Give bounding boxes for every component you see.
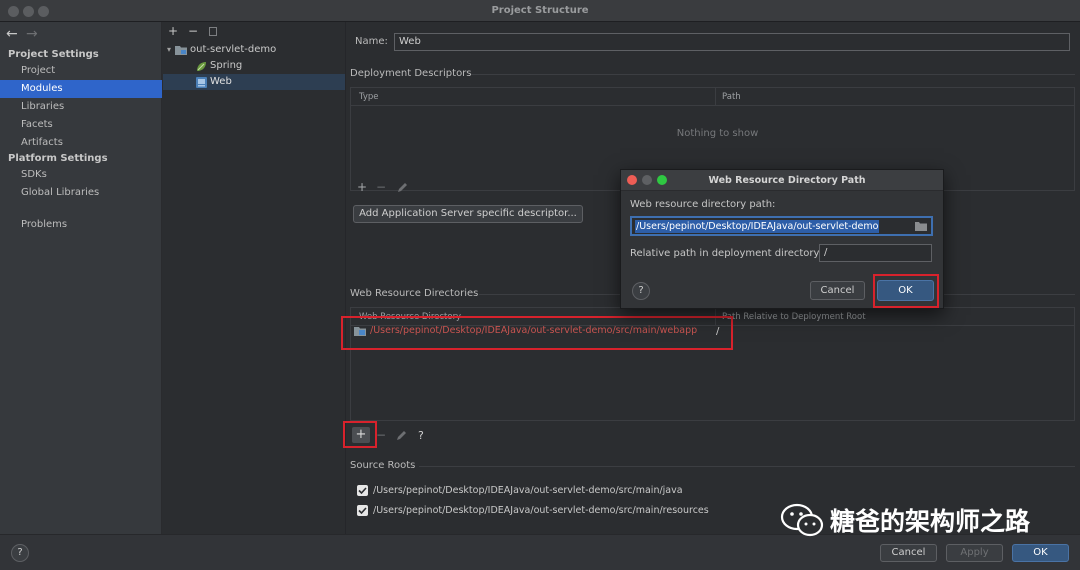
dialog-cancel-button[interactable]: Cancel xyxy=(810,281,865,300)
sidebar-item-modules[interactable]: Modules xyxy=(0,80,162,98)
sidebar-item-libraries[interactable]: Libraries xyxy=(0,98,162,116)
column-header-type: Type xyxy=(359,92,379,102)
footer-help-button[interactable]: ? xyxy=(11,544,29,562)
table-header: Type Path xyxy=(351,88,1074,106)
deployment-descriptors-title: Deployment Descriptors xyxy=(350,68,472,79)
remove-descriptor-icon[interactable]: − xyxy=(376,180,386,194)
footer-apply-button[interactable]: Apply xyxy=(946,544,1003,562)
settings-sidebar: ← → Project Settings Project Modules Lib… xyxy=(0,22,162,534)
dialog-title: Web Resource Directory Path xyxy=(708,175,866,186)
list-item[interactable]: /Users/pepinot/Desktop/IDEAJava/out-serv… xyxy=(357,505,709,516)
back-arrow-icon[interactable]: ← xyxy=(6,26,18,42)
name-field[interactable]: Web xyxy=(394,33,1070,51)
web-facet-icon xyxy=(196,76,207,88)
help-question-icon[interactable]: ? xyxy=(418,429,424,442)
tree-item-web[interactable]: Web xyxy=(163,74,345,90)
relative-path-cell: / xyxy=(716,326,720,337)
table-row[interactable]: /Users/pepinot/Desktop/IDEAJava/out-serv… xyxy=(354,325,724,336)
spring-leaf-icon xyxy=(196,61,207,72)
add-descriptor-button[interactable]: Add Application Server specific descript… xyxy=(353,205,583,223)
footer-cancel-button[interactable]: Cancel xyxy=(880,544,937,562)
directory-path-cell: /Users/pepinot/Desktop/IDEAJava/out-serv… xyxy=(370,325,698,336)
empty-table-text: Nothing to show xyxy=(676,128,759,139)
add-web-resource-button[interactable]: + xyxy=(352,427,370,443)
footer-ok-button[interactable]: OK xyxy=(1012,544,1069,562)
column-header-relative-path: Path Relative to Deployment Root xyxy=(722,312,866,322)
list-item[interactable]: /Users/pepinot/Desktop/IDEAJava/out-serv… xyxy=(357,485,683,496)
tree-item-label: Web xyxy=(210,76,232,87)
relative-path-label: Relative path in deployment directory: xyxy=(630,248,823,259)
tree-item-root[interactable]: ▾ out-servlet-demo xyxy=(167,42,276,58)
sidebar-item-problems[interactable]: Problems xyxy=(0,216,162,234)
watermark-text: 糖爸的架构师之路 xyxy=(830,507,1031,536)
window-title: Project Structure xyxy=(491,5,589,16)
path-label: Web resource directory path: xyxy=(630,199,776,210)
dialog-title-bar: Web Resource Directory Path xyxy=(621,170,943,191)
sidebar-item-sdks[interactable]: SDKs xyxy=(0,166,162,184)
dialog-help-button[interactable]: ? xyxy=(632,282,650,300)
source-root-path: /Users/pepinot/Desktop/IDEAJava/out-serv… xyxy=(373,485,683,496)
source-root-path: /Users/pepinot/Desktop/IDEAJava/out-serv… xyxy=(373,505,709,516)
column-header-path: Path xyxy=(722,92,741,102)
project-settings-header: Project Settings xyxy=(8,49,99,60)
remove-module-icon[interactable]: − xyxy=(188,24,198,38)
add-descriptor-icon[interactable]: + xyxy=(357,180,367,194)
sidebar-item-facets[interactable]: Facets xyxy=(0,116,162,134)
tree-item-spring[interactable]: Spring xyxy=(196,58,242,74)
title-bar: Project Structure xyxy=(0,0,1080,22)
platform-settings-header: Platform Settings xyxy=(8,153,108,164)
wechat-logo-icon xyxy=(780,503,824,537)
name-label: Name: xyxy=(355,36,388,47)
module-folder-icon xyxy=(175,45,188,55)
forward-arrow-icon[interactable]: → xyxy=(26,26,38,42)
remove-web-resource-icon[interactable]: − xyxy=(376,428,386,442)
path-field[interactable]: /Users/pepinot/Desktop/IDEAJava/out-serv… xyxy=(630,216,933,236)
edit-pencil-icon[interactable] xyxy=(396,430,407,441)
sidebar-item-artifacts[interactable]: Artifacts xyxy=(0,134,162,152)
browse-folder-icon[interactable] xyxy=(915,221,927,231)
copy-icon[interactable] xyxy=(209,27,217,36)
tree-item-label: out-servlet-demo xyxy=(190,44,277,55)
source-roots-title: Source Roots xyxy=(350,460,416,471)
add-module-icon[interactable]: + xyxy=(168,24,178,38)
web-folder-icon xyxy=(354,326,366,336)
module-tree-panel: + − ▾ out-servlet-demo Spring Web xyxy=(163,22,346,534)
relative-path-field[interactable]: / xyxy=(819,244,932,262)
checkbox-checked[interactable] xyxy=(357,485,368,496)
watermark: 糖爸的架构师之路 xyxy=(780,500,1030,540)
web-resource-directories-title: Web Resource Directories xyxy=(350,288,479,299)
sidebar-item-global-libraries[interactable]: Global Libraries xyxy=(0,184,162,202)
checkbox-checked[interactable] xyxy=(357,505,368,516)
path-field-value: /Users/pepinot/Desktop/IDEAJava/out-serv… xyxy=(635,220,880,233)
sidebar-item-project[interactable]: Project xyxy=(0,62,162,80)
edit-pencil-icon[interactable] xyxy=(397,182,408,193)
tree-item-label: Spring xyxy=(210,60,243,71)
separator xyxy=(419,466,1075,467)
column-divider xyxy=(715,88,716,106)
web-resource-path-dialog: Web Resource Directory Path Web resource… xyxy=(620,169,944,309)
chevron-down-icon[interactable]: ▾ xyxy=(167,42,171,58)
separator xyxy=(471,74,1075,75)
dialog-ok-button[interactable]: OK xyxy=(877,280,934,301)
